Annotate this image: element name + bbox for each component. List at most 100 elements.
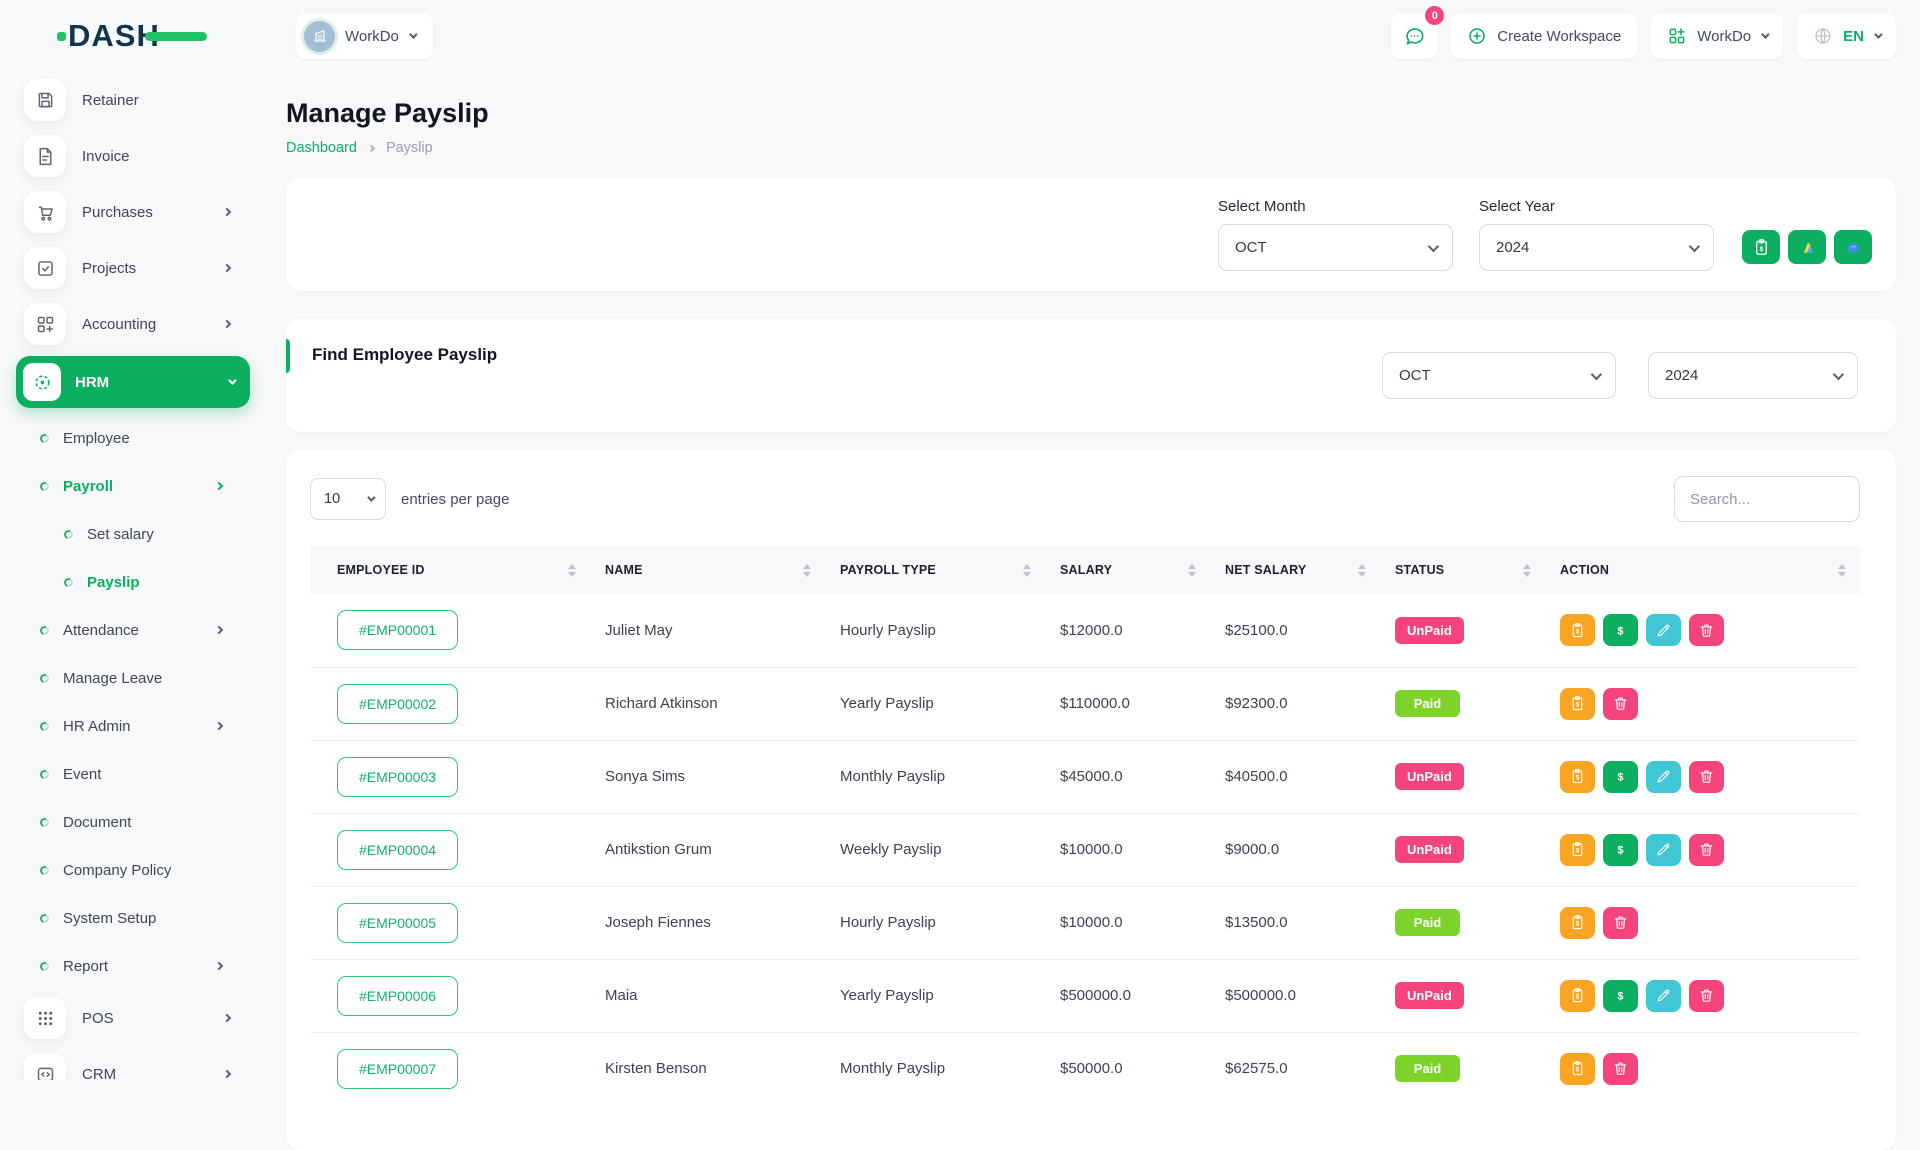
employee-id-badge[interactable]: #EMP00002 [337,684,458,724]
column-header-employee-id[interactable]: EMPLOYEE ID [310,546,590,594]
column-header-salary[interactable]: SALARY [1045,546,1210,594]
delete-button[interactable] [1689,980,1724,1012]
chevron-down-icon [1874,30,1882,38]
employee-id-badge[interactable]: #EMP00003 [337,757,458,797]
employee-id-badge[interactable]: #EMP00004 [337,830,458,870]
drive-export-button[interactable] [1788,230,1826,264]
employee-id-badge[interactable]: #EMP00005 [337,903,458,943]
sidebar-item-hrm[interactable]: HRM [16,356,250,408]
payslip-button[interactable]: $ [1560,614,1595,646]
delete-button[interactable] [1603,907,1638,939]
pay-button[interactable]: $ [1603,834,1638,866]
delete-button[interactable] [1689,761,1724,793]
pencil-icon [1655,987,1672,1004]
payslip-filter-card: Select Month OCT Select Year 2024 $ [286,178,1896,291]
create-workspace-button[interactable]: Create Workspace [1451,13,1637,59]
column-header-name[interactable]: NAME [590,546,825,594]
column-header-action[interactable]: ACTION [1545,546,1860,594]
year-select[interactable]: 2024 [1479,224,1714,271]
find-month-select[interactable]: OCT [1382,352,1616,399]
entries-per-page-value: 10 [324,491,340,507]
payslip-button[interactable]: $ [1560,834,1595,866]
sidebar-item-label: Manage Leave [63,670,162,687]
employee-id-badge[interactable]: #EMP00006 [337,976,458,1016]
sidebar-item-label: Employee [63,430,130,447]
sidebar-item-payroll[interactable]: Payroll [0,462,270,510]
app-menu-button[interactable]: WorkDo [1651,13,1783,59]
payslip-export-button[interactable]: $ [1742,230,1780,264]
sort-icon [1838,564,1846,577]
bullet-icon [39,720,51,732]
messages-button[interactable]: 0 [1391,13,1437,59]
pay-button[interactable]: $ [1603,761,1638,793]
employee-id-badge[interactable]: #EMP00001 [337,610,458,650]
delete-button[interactable] [1689,834,1724,866]
pencil-icon [1655,622,1672,639]
svg-text:$: $ [1759,245,1763,252]
chevron-down-icon [1428,240,1439,251]
sidebar-item-payslip[interactable]: Payslip [0,558,270,606]
svg-text:$: $ [1576,849,1580,855]
find-year-select[interactable]: 2024 [1648,352,1858,399]
sidebar-item-hr-admin[interactable]: HR Admin [0,702,270,750]
sidebar-item-pos[interactable]: POS [0,990,270,1046]
delete-button[interactable] [1689,614,1724,646]
payslip-button[interactable]: $ [1560,688,1595,720]
net-salary-value: $13500.0 [1210,886,1380,959]
column-header-label: ACTION [1560,563,1609,577]
sidebar-item-label: Document [63,814,131,831]
edit-button[interactable] [1646,834,1681,866]
sidebar-item-document[interactable]: Document [0,798,270,846]
sidebar-item-report[interactable]: Report [0,942,270,990]
breadcrumb-dashboard-link[interactable]: Dashboard [286,140,357,156]
sidebar-item-crm[interactable]: CRM [0,1046,270,1080]
sidebar-item-company-policy[interactable]: Company Policy [0,846,270,894]
sidebar-item-purchases[interactable]: Purchases [0,184,270,240]
sidebar-item-set-salary[interactable]: Set salary [0,510,270,558]
employee-id-badge[interactable]: #EMP00007 [337,1049,458,1089]
sidebar-item-employee[interactable]: Employee [0,414,270,462]
find-card-title: Find Employee Payslip [312,345,497,365]
net-salary-value: $9000.0 [1210,813,1380,886]
page-title: Manage Payslip [286,98,1896,129]
year-select-value: 2024 [1496,239,1529,256]
column-header-status[interactable]: STATUS [1380,546,1545,594]
bullet-icon [39,432,51,444]
sidebar-item-manage-leave[interactable]: Manage Leave [0,654,270,702]
column-header-payroll-type[interactable]: PAYROLL TYPE [825,546,1045,594]
sidebar-item-invoice[interactable]: Invoice [0,128,270,184]
sidebar-item-label: Payroll [63,478,113,495]
brand-logo-dot-accent [57,32,66,41]
entries-per-page-select[interactable]: 10 [310,478,386,520]
column-header-label: SALARY [1060,563,1112,577]
search-input[interactable] [1674,476,1860,522]
cloud-export-button[interactable] [1834,230,1872,264]
sidebar-item-attendance[interactable]: Attendance [0,606,270,654]
language-selector[interactable]: EN [1797,13,1896,59]
clipboard-dollar-icon: $ [1569,914,1586,931]
month-select[interactable]: OCT [1218,224,1453,271]
delete-button[interactable] [1603,688,1638,720]
sidebar-item-projects[interactable]: Projects [0,240,270,296]
pay-button[interactable]: $ [1603,980,1638,1012]
workspace-switcher[interactable]: WorkDo [296,13,433,59]
select-month-field: Select Month OCT [1218,198,1453,271]
grid-plus-icon [1667,26,1687,46]
payslip-button[interactable]: $ [1560,907,1595,939]
edit-button[interactable] [1646,980,1681,1012]
payslip-button[interactable]: $ [1560,980,1595,1012]
month-select-value: OCT [1235,239,1267,256]
sidebar-item-event[interactable]: Event [0,750,270,798]
payslip-button[interactable]: $ [1560,761,1595,793]
sidebar-item-system-setup[interactable]: System Setup [0,894,270,942]
pay-button[interactable]: $ [1603,614,1638,646]
trash-icon [1698,841,1715,858]
edit-button[interactable] [1646,614,1681,646]
brand-logo[interactable]: DASH [68,16,218,56]
sidebar-item-label: Event [63,766,101,783]
sidebar-item-accounting[interactable]: Accounting [0,296,270,352]
column-header-net-salary[interactable]: NET SALARY [1210,546,1380,594]
edit-button[interactable] [1646,761,1681,793]
salary-value: $12000.0 [1045,594,1210,667]
sidebar-item-retainer[interactable]: Retainer [0,72,270,128]
